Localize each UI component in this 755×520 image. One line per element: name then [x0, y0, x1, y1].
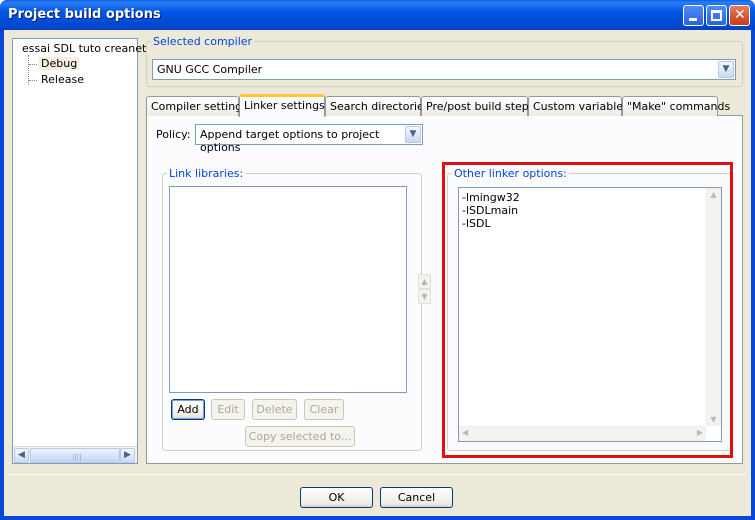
- title-bar[interactable]: Project build options ✕: [0, 0, 755, 30]
- close-button[interactable]: ✕: [729, 5, 750, 26]
- scroll-left-icon[interactable]: ◀: [14, 448, 29, 463]
- compiler-select-value: GNU GCC Compiler: [157, 63, 263, 76]
- grip-icon: ||||: [72, 453, 82, 461]
- window: Project build options ✕ essai SDL tuto c…: [0, 0, 755, 520]
- horizontal-scrollbar[interactable]: ◀ ▶: [459, 426, 706, 441]
- vertical-scrollbar[interactable]: ▲ ▼: [706, 188, 721, 426]
- tree-connector: [29, 64, 37, 65]
- policy-label: Policy:: [156, 128, 191, 141]
- maximize-button[interactable]: [706, 5, 727, 26]
- tree-horizontal-scrollbar[interactable]: ◀ |||| ▶: [13, 446, 137, 463]
- close-icon: ✕: [734, 7, 746, 23]
- dialog-body: essai SDL tuto creanet Debug Release ◀ |…: [4, 30, 751, 516]
- divider: [155, 153, 733, 154]
- linker-option-line: -lSDLmain: [462, 204, 519, 217]
- tab-search-directories[interactable]: Search directories: [325, 96, 430, 116]
- tab-custom-variables[interactable]: Custom variables: [528, 96, 629, 116]
- linker-option-line: -lSDL: [462, 217, 491, 230]
- selected-compiler-legend: Selected compiler: [153, 35, 253, 48]
- chevron-down-icon[interactable]: ▼: [718, 61, 734, 78]
- scroll-down-icon[interactable]: ▼: [707, 415, 720, 424]
- scroll-up-icon[interactable]: ▲: [707, 190, 720, 199]
- window-title: Project build options: [8, 7, 161, 22]
- tab-make-commands[interactable]: "Make" commands: [622, 96, 730, 116]
- policy-select[interactable]: Append target options to project options…: [195, 124, 423, 154]
- tab-compiler-settings[interactable]: Compiler settings: [146, 96, 248, 116]
- delete-button[interactable]: Delete: [252, 399, 297, 420]
- edit-button[interactable]: Edit: [211, 399, 245, 420]
- tree-item-project[interactable]: essai SDL tuto creanet: [22, 42, 146, 55]
- scroll-thumb[interactable]: ||||: [30, 448, 120, 463]
- tab-panel-linker-settings: Policy: Append target options to project…: [146, 115, 743, 464]
- compiler-select[interactable]: GNU GCC Compiler ▼: [152, 59, 736, 80]
- add-button[interactable]: Add: [171, 399, 205, 420]
- scroll-right-icon[interactable]: ▶: [120, 448, 135, 463]
- clear-button[interactable]: Clear: [304, 399, 344, 420]
- move-up-icon[interactable]: ▲: [418, 274, 431, 289]
- linker-option-line: -lmingw32: [462, 191, 520, 204]
- move-down-icon[interactable]: ▼: [418, 289, 431, 304]
- target-tree[interactable]: essai SDL tuto creanet Debug Release ◀ |…: [12, 38, 146, 464]
- linker-options-text: -lmingw32 -lSDLmain -lSDL: [462, 191, 520, 230]
- ok-button[interactable]: OK: [300, 487, 373, 508]
- tab-pre-post-build-steps[interactable]: Pre/post build steps: [421, 96, 535, 116]
- other-linker-options-legend: Other linker options:: [454, 167, 567, 180]
- tree-connector: [29, 80, 37, 81]
- tree-item-debug[interactable]: Debug: [39, 57, 80, 70]
- link-libraries-legend: Link libraries:: [169, 167, 244, 180]
- cancel-button[interactable]: Cancel: [380, 487, 453, 508]
- tree-item-release[interactable]: Release: [41, 73, 84, 86]
- maximize-icon: [711, 10, 722, 21]
- link-libraries-list[interactable]: [169, 186, 407, 393]
- tab-linker-settings[interactable]: Linker settings: [239, 94, 325, 117]
- scroll-left-icon[interactable]: ◀: [462, 428, 468, 437]
- scroll-right-icon[interactable]: ▶: [697, 428, 703, 437]
- minimize-button[interactable]: [683, 5, 704, 26]
- policy-select-value: Append target options to project options: [200, 128, 380, 154]
- footer-divider: [10, 474, 745, 475]
- other-linker-options-textarea[interactable]: -lmingw32 -lSDLmain -lSDL ▲ ▼ ◀ ▶: [458, 187, 722, 442]
- chevron-down-icon[interactable]: ▼: [405, 126, 421, 143]
- copy-selected-button[interactable]: Copy selected to...: [245, 426, 355, 447]
- minimize-icon: [689, 18, 697, 21]
